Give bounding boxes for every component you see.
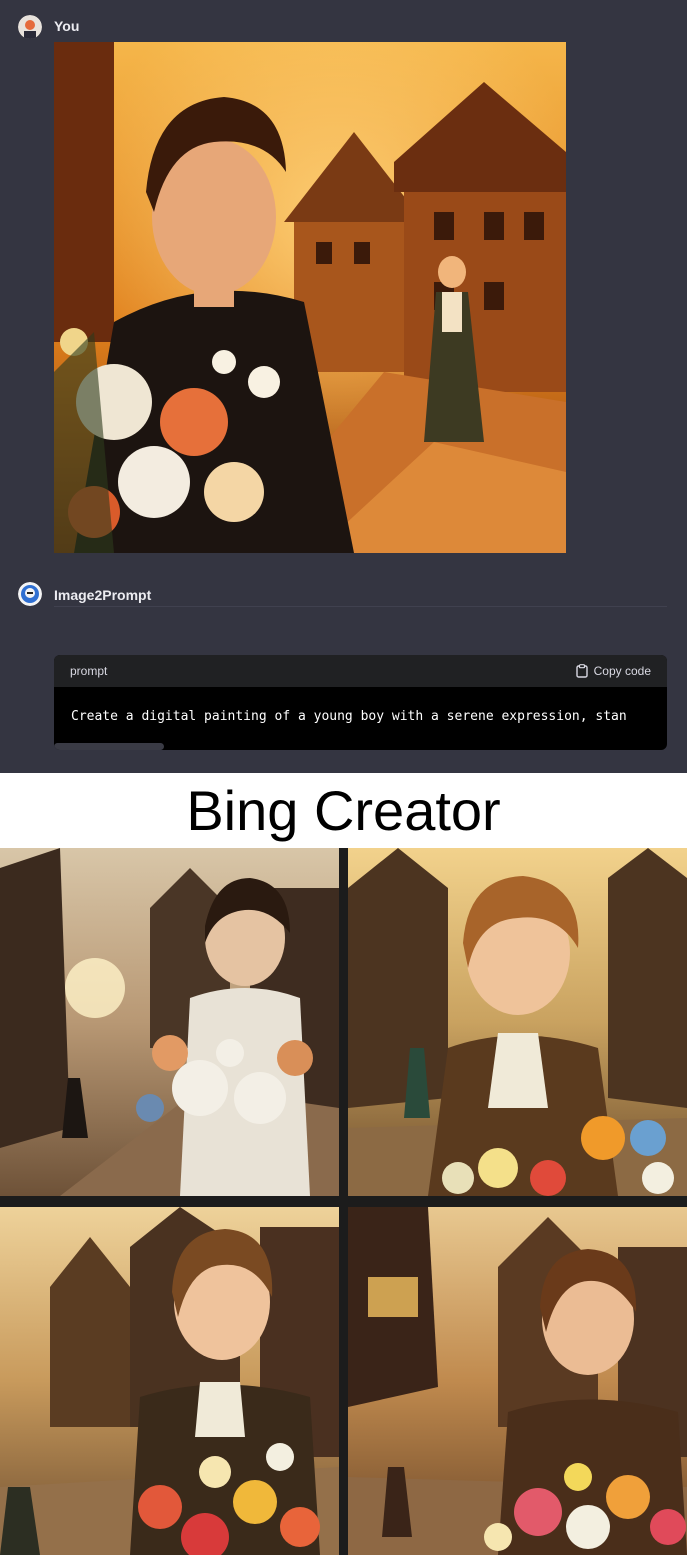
uploaded-image[interactable] [54,42,566,553]
user-name: You [54,18,80,34]
code-language-label: prompt [70,664,108,678]
copy-code-label: Copy code [593,664,651,678]
horizontal-scrollbar[interactable] [54,743,164,750]
code-block-header: prompt Copy code [54,655,667,687]
generated-image-4[interactable] [348,1207,687,1555]
generated-image-1[interactable] [0,848,339,1196]
generated-image-3[interactable] [0,1207,339,1555]
copy-code-button[interactable]: Copy code [575,664,651,678]
code-block: prompt Copy code Create a digital painti… [54,655,667,750]
bot-avatar [18,582,42,606]
user-avatar [18,15,42,39]
generated-image-2[interactable] [348,848,687,1196]
header-divider [54,606,667,607]
banner-title: Bing Creator [186,779,501,842]
assistant-name: Image2Prompt [54,587,152,603]
generated-image-grid [0,848,687,1555]
clipboard-icon [575,664,588,678]
bing-creator-banner: Bing Creator [0,773,687,848]
code-text: Create a digital painting of a young boy… [71,709,627,724]
chat-area: You Image2Prompt prompt Copy code Create… [0,0,687,773]
